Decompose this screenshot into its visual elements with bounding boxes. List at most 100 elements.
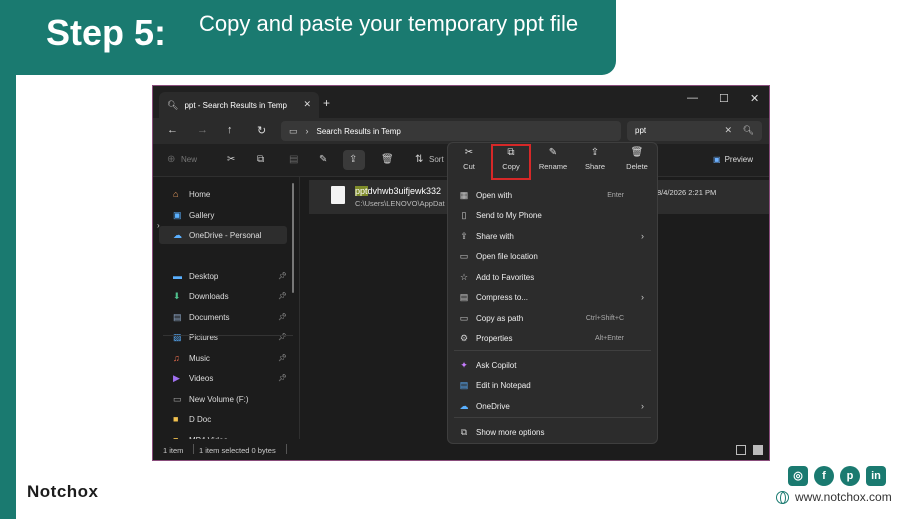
scissors-icon: ✂︎ xyxy=(464,147,474,158)
preview-button[interactable]: ▣ Preview xyxy=(713,155,753,164)
context-menu-item[interactable]: ☆︎ Add to Favorites xyxy=(458,269,648,285)
context-menu-item[interactable]: ✦︎ Ask Copilot xyxy=(458,357,648,373)
status-separator xyxy=(193,444,194,454)
search-input[interactable]: ppt xyxy=(635,126,646,135)
shortcut-hint: Alt+Enter xyxy=(595,334,624,342)
context-menu-item[interactable]: ⧉︎ Show more options xyxy=(458,424,648,440)
details-view-button[interactable] xyxy=(736,445,746,455)
sidebar-item[interactable]: ⌂ Home xyxy=(159,185,287,203)
address-bar[interactable]: ▭ › Search Results in Temp xyxy=(281,121,621,141)
back-button[interactable]: ← xyxy=(167,124,178,136)
open-with-icon: ▦︎ xyxy=(459,189,469,200)
new-button[interactable]: New xyxy=(181,155,197,164)
search-icon: 🔍︎ xyxy=(167,99,179,110)
context-menu-item[interactable]: ▯︎ Send to My Phone xyxy=(458,207,648,223)
context-menu-item[interactable]: ☁︎ OneDrive › xyxy=(458,398,648,414)
zip-icon: ▤︎ xyxy=(459,291,469,302)
sidebar-item[interactable]: ▨ Pictures 📌︎ xyxy=(159,328,287,346)
context-menu-item[interactable]: ▭︎ Open file location xyxy=(458,248,648,264)
context-menu-label: Compress to... xyxy=(476,292,529,302)
copy-icon[interactable]: ⧉ xyxy=(257,154,264,165)
sidebar-item-label: Desktop xyxy=(189,271,219,281)
sidebar-item[interactable]: ♫ Music 📌︎ xyxy=(159,349,287,367)
sidebar-item[interactable]: ▭ New Volume (F:) xyxy=(159,390,287,408)
pin-icon[interactable]: 📌︎ xyxy=(278,374,287,382)
context-menu-item[interactable]: ⇪︎ Share with › xyxy=(458,228,648,244)
pin-icon[interactable]: 📌︎ xyxy=(278,272,287,280)
pin-icon[interactable]: 📌︎ xyxy=(278,354,287,362)
refresh-button[interactable]: ↻ xyxy=(257,124,266,137)
expand-chevron-icon[interactable]: › xyxy=(157,221,160,230)
tab-title: ppt - Search Results in Temp xyxy=(184,100,288,110)
context-action-delete[interactable]: 🗑︎ Delete xyxy=(617,147,657,171)
context-action-share[interactable]: ⇪︎ Share xyxy=(575,147,615,171)
pane-splitter[interactable] xyxy=(299,177,300,439)
explorer-tab[interactable]: 🔍︎ ppt - Search Results in Temp ✕ xyxy=(159,92,319,118)
close-tab-icon[interactable]: ✕ xyxy=(303,99,311,110)
forward-button[interactable]: → xyxy=(197,124,208,136)
linkedin-icon[interactable]: in xyxy=(866,466,886,486)
sidebar-item[interactable]: ▶ Videos 📌︎ xyxy=(159,369,287,387)
sidebar-item-label: Downloads xyxy=(189,291,229,301)
delete-icon[interactable]: 🗑︎ xyxy=(381,154,394,165)
clear-search-icon[interactable]: ✕ xyxy=(724,125,732,136)
preview-label: Preview xyxy=(724,155,754,164)
context-menu-label: Ask Copilot xyxy=(476,360,517,370)
close-window-button[interactable]: ✕ xyxy=(750,92,759,105)
new-tab-button[interactable]: + xyxy=(323,96,330,110)
sidebar-item-label: Videos xyxy=(189,373,214,383)
up-button[interactable]: ↑ xyxy=(227,124,233,136)
context-menu-label: Open file location xyxy=(476,251,538,261)
step-instruction: Copy and paste your temporary ppt file xyxy=(199,11,579,36)
sidebar-item[interactable]: ▣ Gallery xyxy=(159,206,287,224)
context-menu-item[interactable]: ▦︎ Open with Enter xyxy=(458,187,648,203)
tiles-view-button[interactable] xyxy=(753,445,763,455)
file-name-rest: dvhwb3uifjewk332 xyxy=(367,186,442,196)
rename-icon[interactable]: ✎ xyxy=(319,154,327,165)
context-menu-item[interactable]: ⚙︎ Properties Alt+Enter xyxy=(458,330,648,346)
rename-icon: ✎︎ xyxy=(548,147,558,158)
context-menu-item[interactable]: ▤︎ Edit in Notepad xyxy=(458,377,648,393)
drive-icon: ▭ xyxy=(173,393,182,404)
sidebar-item[interactable]: ⬇ Downloads 📌︎ xyxy=(159,287,287,305)
shortcut-hint: Ctrl+Shift+C xyxy=(585,314,624,322)
pin-icon[interactable]: 📌︎ xyxy=(278,292,287,300)
context-menu-item[interactable]: ▭︎ Copy as path Ctrl+Shift+C xyxy=(458,310,648,326)
pin-icon[interactable]: 📌︎ xyxy=(278,313,287,321)
shortcut-hint: Enter xyxy=(607,191,624,199)
sidebar-item-label: Pictures xyxy=(189,332,218,342)
pinterest-icon[interactable]: p xyxy=(840,466,860,486)
navigation-bar: ← → ↑ ↻ ▭ › Search Results in Temp ppt ✕… xyxy=(153,118,769,144)
share-with-icon: ⇪︎ xyxy=(460,230,468,241)
sidebar-item[interactable]: ▬ Desktop 📌︎ xyxy=(159,267,287,285)
sidebar-scrollbar[interactable] xyxy=(292,183,294,293)
decorative-stroke xyxy=(0,75,16,519)
context-action-cut[interactable]: ✂︎ Cut xyxy=(449,147,489,171)
file-icon xyxy=(331,186,345,204)
sort-button[interactable]: Sort xyxy=(429,155,444,164)
trash-icon: 🗑︎ xyxy=(630,147,644,158)
sort-icon[interactable]: ⇅ xyxy=(415,154,423,165)
maximize-button[interactable]: ☐ xyxy=(719,92,729,105)
selection-info: 1 item selected 0 bytes xyxy=(199,446,276,455)
chevron-right-icon[interactable]: › xyxy=(306,126,309,136)
facebook-icon[interactable]: f xyxy=(814,466,834,486)
new-icon[interactable]: ⊕ xyxy=(167,154,175,165)
cut-icon[interactable]: ✂ xyxy=(227,154,235,165)
website-link[interactable]: www.notchox.com xyxy=(776,490,892,504)
notchox-logo: Notchox xyxy=(27,482,99,501)
share-icon: ⇪︎ xyxy=(590,147,600,158)
search-box[interactable]: ppt ✕ 🔍︎ xyxy=(627,121,762,141)
search-icon[interactable]: 🔍︎ xyxy=(743,125,754,136)
share-icon[interactable]: ⇪ xyxy=(349,154,357,165)
context-menu-item[interactable]: ▤︎ Compress to... › xyxy=(458,289,648,305)
instagram-icon[interactable]: ◎ xyxy=(788,466,808,486)
context-action-rename[interactable]: ✎︎ Rename xyxy=(533,147,573,171)
sidebar-item[interactable]: ☁ OneDrive - Personal xyxy=(159,226,287,244)
file-explorer-window: 🔍︎ ppt - Search Results in Temp ✕ + — ☐ … xyxy=(152,85,770,461)
sidebar-item[interactable]: ▤ Documents 📌︎ xyxy=(159,308,287,326)
minimize-button[interactable]: — xyxy=(687,92,698,104)
sidebar-item[interactable]: ■ D Doc xyxy=(159,410,287,428)
navigation-pane: ⌂ Home ▣ Gallery ☁ OneDrive - Personal ▬ Deskto… xyxy=(153,177,299,445)
paste-icon[interactable]: ▤ xyxy=(289,154,298,165)
